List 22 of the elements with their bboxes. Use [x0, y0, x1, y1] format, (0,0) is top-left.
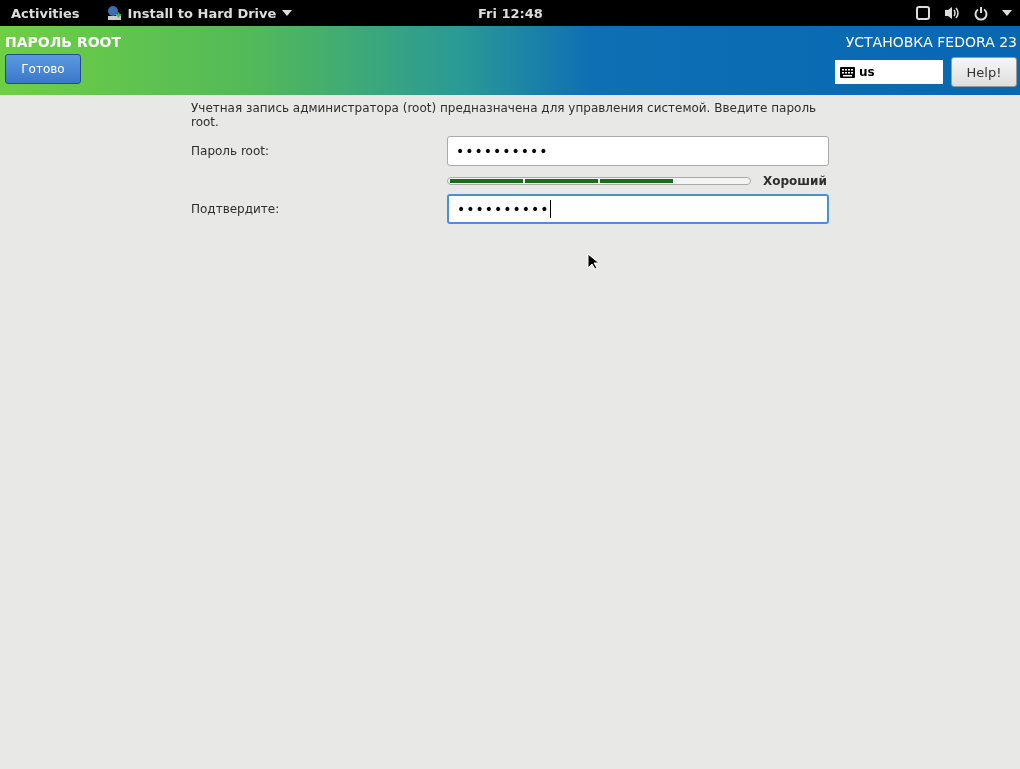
confirm-field[interactable]: •••••••••• [447, 194, 829, 224]
keyboard-icon [840, 66, 855, 78]
activities-button[interactable]: Activities [11, 5, 80, 21]
password-field[interactable]: •••••••••• [447, 136, 829, 166]
clock: Fri 12:48 [478, 5, 543, 21]
product-title: УСТАНОВКА FEDORA 23 [845, 34, 1017, 50]
window-icon[interactable] [916, 6, 930, 20]
mouse-pointer-icon [587, 253, 598, 270]
confirm-label: Подтвердите: [191, 202, 281, 216]
volume-icon[interactable] [944, 6, 960, 20]
installer-icon [105, 5, 122, 21]
help-button[interactable]: Help! [951, 57, 1017, 87]
caret-icon[interactable] [1002, 10, 1012, 16]
keyboard-layout-indicator[interactable]: us [835, 60, 943, 84]
app-menu[interactable]: Install to Hard Drive [105, 5, 293, 21]
password-label: Пароль root: [191, 144, 270, 158]
done-button[interactable]: Готово [5, 54, 81, 84]
intro-text: Учетная запись администратора (root) предназначена для управления системой. Введите пароль root. [191, 101, 818, 129]
power-icon[interactable] [974, 5, 988, 21]
caret-icon [282, 10, 293, 16]
strength-label: Хороший [763, 174, 827, 188]
page-title: ПАРОЛЬ ROOT [5, 34, 122, 50]
